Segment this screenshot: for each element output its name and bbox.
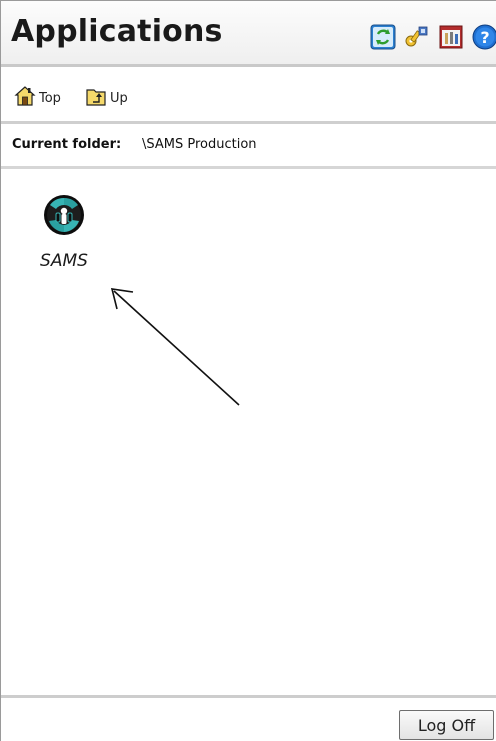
settings-icon[interactable]: [437, 23, 465, 51]
refresh-icon[interactable]: [369, 23, 397, 51]
up-link-label: Up: [110, 91, 128, 106]
top-link[interactable]: Top: [14, 85, 61, 107]
applications-window: Applications ? Top Up Current folder: \S…: [0, 0, 496, 741]
sams-app-icon: [44, 195, 84, 235]
current-folder-bar: Current folder: \SAMS Production: [1, 124, 496, 169]
header-toolbar: ?: [369, 23, 496, 51]
applications-panel: SAMS: [1, 169, 496, 697]
current-folder-label: Current folder:: [12, 137, 122, 152]
up-link[interactable]: Up: [85, 85, 128, 107]
key-icon[interactable]: [403, 23, 431, 51]
folder-up-icon: [86, 89, 106, 106]
log-off-button[interactable]: Log Off: [399, 710, 494, 740]
top-link-label: Top: [39, 91, 61, 106]
app-label-sams: SAMS: [40, 251, 88, 271]
header-bar: Applications ?: [1, 1, 496, 67]
current-folder-path: \SAMS Production: [142, 137, 257, 152]
page-title: Applications: [11, 14, 223, 49]
svg-text:?: ?: [480, 28, 489, 47]
footer-bar: Log Off: [1, 695, 496, 741]
help-icon[interactable]: ?: [471, 23, 496, 51]
nav-bar: Top Up: [1, 67, 496, 124]
app-tile-sams[interactable]: SAMS: [19, 191, 109, 291]
home-icon: [14, 86, 36, 106]
